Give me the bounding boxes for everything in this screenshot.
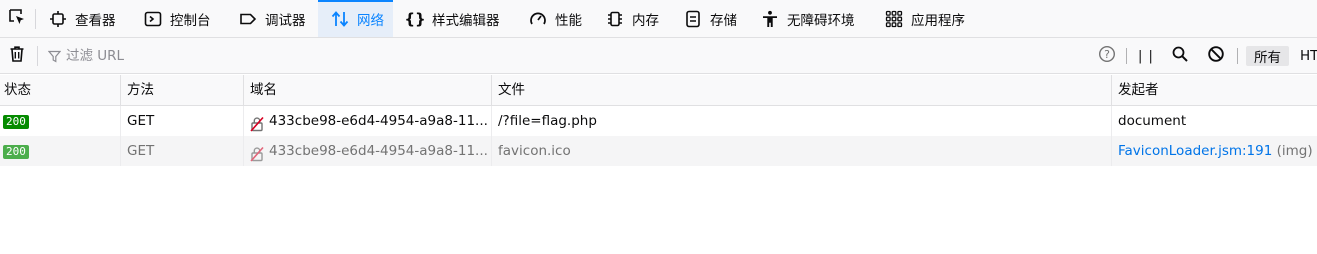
tab-memory[interactable]: 内存 — [593, 0, 671, 37]
pause-icon: | | — [1138, 48, 1154, 64]
tab-style-editor[interactable]: {} 样式编辑器 — [393, 0, 516, 37]
network-toolbar: ? | | 所有 HT — [0, 38, 1317, 74]
url-filter-input[interactable] — [66, 48, 266, 64]
method-cell: GET — [121, 106, 244, 136]
tab-label: 应用程序 — [911, 12, 965, 29]
memory-icon — [605, 9, 625, 29]
pause-recording-button[interactable]: | | — [1134, 46, 1158, 66]
network-arrows-icon — [330, 9, 350, 29]
table-row[interactable]: 200 GET 433cbe98-e6d4-4954-a9a8-11... /?… — [0, 106, 1317, 136]
tab-label: 调试器 — [265, 12, 306, 29]
file-cell: favicon.ico — [492, 136, 1112, 166]
element-picker-icon — [8, 8, 26, 30]
insecure-lock-icon — [250, 113, 264, 136]
help-question-icon: ? — [1098, 45, 1116, 67]
tab-storage[interactable]: 存储 — [671, 0, 748, 37]
column-method-header[interactable]: 方法 — [121, 75, 244, 105]
svg-text:?: ? — [1104, 48, 1110, 61]
style-editor-icon: {} — [405, 9, 425, 29]
toolbar-divider — [1126, 48, 1127, 64]
tab-label: 查看器 — [75, 12, 116, 29]
status-badge: 200 — [3, 115, 29, 129]
insecure-lock-icon — [250, 143, 264, 166]
tab-network[interactable]: 网络 — [318, 0, 393, 37]
column-initiator-header[interactable]: 发起者 — [1112, 75, 1317, 105]
column-domain-header[interactable]: 域名 — [244, 75, 492, 105]
status-badge: 200 — [3, 145, 29, 159]
toolbar-divider — [1237, 48, 1238, 64]
domain-cell: 433cbe98-e6d4-4954-a9a8-11... — [244, 136, 492, 166]
requests-table-header: 状态 方法 域名 文件 发起者 — [0, 75, 1317, 106]
tab-label: 性能 — [555, 12, 582, 29]
tab-label: 内存 — [632, 12, 659, 29]
block-requests-button[interactable] — [1206, 46, 1226, 66]
tab-accessibility[interactable]: 无障碍环境 — [748, 0, 872, 37]
tab-performance[interactable]: 性能 — [516, 0, 593, 37]
performance-icon — [528, 9, 548, 29]
domain-text: 433cbe98-e6d4-4954-a9a8-11... — [269, 143, 488, 159]
domain-cell: 433cbe98-e6d4-4954-a9a8-11... — [244, 106, 492, 136]
file-cell: /?file=flag.php — [492, 106, 1112, 136]
domain-text: 433cbe98-e6d4-4954-a9a8-11... — [269, 113, 488, 129]
table-row[interactable]: 200 GET 433cbe98-e6d4-4954-a9a8-11... fa… — [0, 136, 1317, 166]
storage-icon — [683, 9, 703, 29]
filter-all-button[interactable]: 所有 — [1246, 46, 1289, 66]
initiator-link[interactable]: FaviconLoader.jsm:191 — [1118, 143, 1272, 159]
tab-label: 网络 — [357, 12, 384, 29]
application-grid-icon — [884, 9, 904, 29]
tab-label: 无障碍环境 — [787, 12, 855, 29]
trash-icon — [8, 45, 26, 67]
accessibility-icon — [760, 9, 780, 29]
tab-label: 存储 — [710, 12, 737, 29]
status-cell: 200 — [0, 136, 121, 166]
initiator-cause: (img) — [1276, 143, 1313, 159]
column-status-header[interactable]: 状态 — [0, 75, 121, 105]
initiator-cell: document — [1118, 113, 1187, 129]
url-filter[interactable] — [48, 47, 266, 65]
inspector-icon — [48, 9, 68, 29]
filter-html-button[interactable]: HT — [1300, 46, 1317, 66]
column-file-header[interactable]: 文件 — [492, 75, 1112, 105]
tab-label: 样式编辑器 — [432, 12, 500, 29]
tab-console[interactable]: 控制台 — [131, 0, 226, 37]
method-cell: GET — [121, 136, 244, 166]
element-picker-button[interactable] — [0, 0, 34, 37]
devtools-tab-bar: 查看器 控制台 调试器 网络 {} 样式编辑器 性能 内存 存储 无障碍环境 应… — [0, 0, 1317, 38]
debugger-icon — [238, 9, 258, 29]
tab-application[interactable]: 应用程序 — [872, 0, 982, 37]
search-button[interactable] — [1170, 46, 1190, 66]
filter-funnel-icon — [48, 50, 61, 63]
initiator-cell: FaviconLoader.jsm:191 (img) — [1112, 136, 1317, 166]
tab-inspector[interactable]: 查看器 — [36, 0, 131, 37]
block-icon — [1207, 45, 1225, 67]
console-icon — [143, 9, 163, 29]
search-icon — [1171, 45, 1189, 67]
tab-debugger[interactable]: 调试器 — [226, 0, 318, 37]
svg-text:{}: {} — [405, 10, 425, 28]
status-cell: 200 — [0, 106, 121, 136]
toolbar-separator — [37, 46, 38, 66]
help-button[interactable]: ? — [1097, 45, 1117, 67]
tab-label: 控制台 — [170, 12, 211, 29]
clear-requests-button[interactable] — [6, 46, 28, 66]
